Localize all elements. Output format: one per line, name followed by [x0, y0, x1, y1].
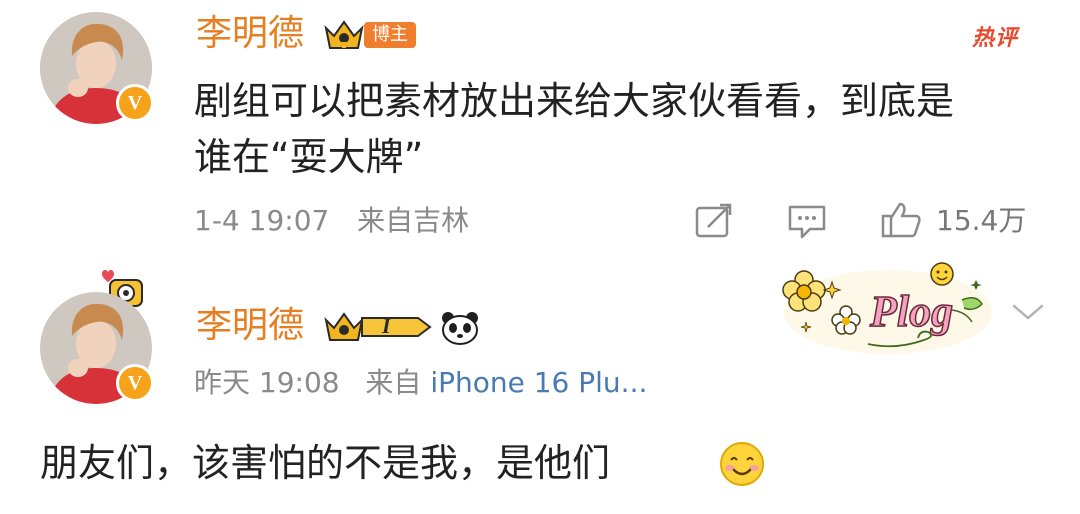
comment-meta: 昨天 19:08 来自 iPhone 16 Plu...: [194, 366, 647, 400]
crown-icon: [324, 312, 432, 341]
source-device-link[interactable]: iPhone 16 Plu...: [430, 366, 647, 399]
comment-time: 昨天 19:08: [194, 366, 340, 399]
comment-date: 1-4 19:07: [194, 204, 330, 237]
comment-source: 来自吉林: [357, 204, 470, 237]
hot-comment-tag: 热评: [972, 26, 1019, 51]
plog-text: Plog: [869, 287, 953, 336]
like-count: 15.4万: [936, 204, 1027, 237]
like-icon[interactable]: [880, 200, 922, 240]
comment-item-2: V 李明德 I 昨天 19:08 来自 iPhone 16 Plu... 朋友们…: [0, 258, 1080, 514]
comment-item-1: V 李明德 博主 热评 剧组可以把素材放出来给大家伙看看，到底是 谁在“耍大牌”…: [0, 0, 1080, 258]
smile-emoji-icon: [720, 442, 764, 486]
username[interactable]: 李明德: [196, 14, 304, 54]
plog-sticker: Plog: [782, 262, 992, 354]
comment-text-line-2: 谁在“耍大牌”: [194, 135, 424, 179]
verified-v-icon: V: [116, 84, 154, 122]
comment-icon[interactable]: [786, 203, 828, 241]
comment-text-content: 朋友们，该害怕的不是我，是他们: [40, 441, 611, 485]
comment-text: 朋友们，该害怕的不是我，是他们: [40, 434, 610, 492]
chevron-down-icon[interactable]: [1010, 300, 1046, 324]
panda-icon: [442, 312, 478, 345]
blogger-badge: 博主: [364, 22, 416, 48]
crown-icon: [324, 20, 364, 49]
level-label: I: [382, 313, 391, 338]
repost-icon[interactable]: [694, 203, 734, 239]
comment-source-prefix: 来自: [365, 366, 422, 399]
comment-text-line-1: 剧组可以把素材放出来给大家伙看看，到底是: [194, 79, 955, 123]
flower-icon: [782, 270, 826, 312]
verified-v-icon: V: [116, 364, 154, 402]
username[interactable]: 李明德: [196, 306, 304, 346]
comment-meta: 1-4 19:07 来自吉林: [194, 204, 469, 238]
